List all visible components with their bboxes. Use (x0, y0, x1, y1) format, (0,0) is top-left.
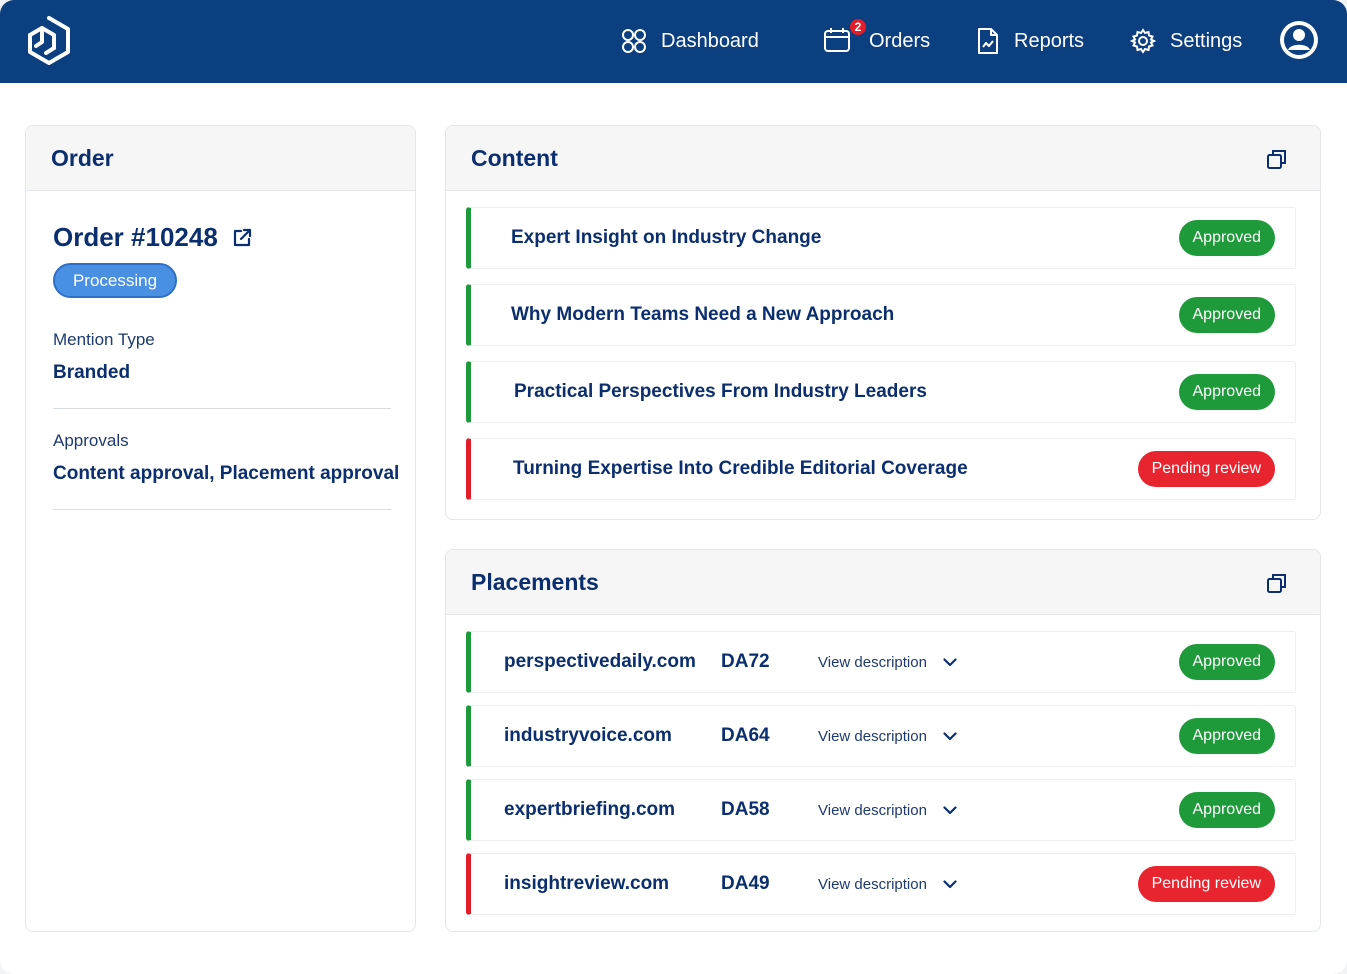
status-badge: Approved (1178, 644, 1275, 680)
status-badge: Approved (1178, 297, 1275, 333)
nav-orders-label: Orders (869, 29, 931, 52)
order-number: Order #10248 (53, 222, 218, 252)
view-description-label: View description (818, 653, 927, 671)
placement-domain: industryvoice.com (504, 725, 672, 746)
placement-da: DA58 (721, 799, 770, 820)
placement-da: DA64 (721, 725, 770, 746)
placement-row[interactable]: industryvoice.com DA64 View description … (466, 705, 1296, 767)
orders-count-badge: 2 (849, 18, 867, 36)
placement-row[interactable]: expertbriefing.com DA58 View description… (466, 779, 1296, 841)
nav-reports-label: Reports (1014, 29, 1085, 52)
placement-domain: insightreview.com (504, 873, 670, 894)
top-nav-bar: Dashboard 2 Orders Reports Settings (0, 0, 1347, 83)
content-item-title: Turning Expertise Into Credible Editoria… (513, 458, 968, 479)
user-avatar-icon[interactable] (1279, 20, 1319, 60)
divider (53, 509, 391, 510)
view-description-toggle[interactable]: View description (818, 728, 957, 745)
approvals-label: Approvals (53, 431, 129, 450)
status-badge: Approved (1178, 374, 1275, 410)
view-description-toggle[interactable]: View description (818, 802, 957, 819)
copy-icon[interactable] (1266, 148, 1288, 170)
calendar-icon (824, 28, 850, 52)
placement-domain: expertbriefing.com (504, 799, 676, 820)
placement-row[interactable]: perspectivedaily.com DA72 View descripti… (466, 631, 1296, 693)
placement-da: DA49 (721, 873, 770, 894)
placement-row[interactable]: insightreview.com DA49 View description … (466, 853, 1296, 915)
dashboard-grid-icon (622, 29, 646, 53)
divider (53, 408, 391, 409)
chevron-down-icon (943, 879, 957, 888)
view-description-toggle[interactable]: View description (818, 654, 957, 671)
placements-card-header: Placements (446, 550, 1320, 615)
view-description-label: View description (818, 801, 927, 819)
view-description-label: View description (818, 727, 927, 745)
view-description-label: View description (818, 875, 927, 893)
content-item-title: Why Modern Teams Need a New Approach (511, 304, 895, 325)
content-item-row[interactable]: Expert Insight on Industry Change Approv… (466, 207, 1296, 269)
content-item-row[interactable]: Turning Expertise Into Credible Editoria… (466, 438, 1296, 500)
mention-type-value: Branded (53, 362, 131, 383)
status-badge: Pending review (1137, 866, 1275, 902)
external-link-icon[interactable] (232, 228, 252, 248)
chevron-down-icon (943, 657, 957, 666)
content-card-header: Content (446, 126, 1320, 191)
nav-settings-label: Settings (1170, 29, 1243, 52)
app-window: Dashboard 2 Orders Reports Settings Orde… (0, 0, 1347, 974)
chevron-down-icon (943, 731, 957, 740)
status-badge: Approved (1178, 718, 1275, 754)
report-document-icon (978, 28, 998, 54)
order-card-header: Order (26, 126, 415, 191)
approvals-value: Content approval, Placement approval (53, 463, 400, 484)
content-item-row[interactable]: Why Modern Teams Need a New Approach App… (466, 284, 1296, 346)
content-card-title: Content (471, 144, 558, 171)
status-badge: Approved (1178, 792, 1275, 828)
copy-icon[interactable] (1266, 572, 1288, 594)
nav-dashboard[interactable]: Dashboard (621, 24, 759, 58)
chevron-down-icon (943, 805, 957, 814)
nav-orders[interactable]: 2 Orders (823, 18, 931, 58)
view-description-toggle[interactable]: View description (818, 876, 957, 893)
nav-settings[interactable]: Settings (1130, 24, 1242, 58)
brand-logo-icon[interactable] (24, 14, 74, 68)
order-card: Order Order #10248 Processing Mention Ty… (25, 125, 416, 932)
nav-reports[interactable]: Reports (976, 24, 1084, 58)
status-badge: Pending review (1137, 451, 1275, 487)
order-title: Order #10248 (53, 222, 252, 253)
content-item-title: Practical Perspectives From Industry Lea… (514, 381, 927, 402)
gear-icon (1130, 28, 1156, 54)
mention-type-label: Mention Type (53, 330, 155, 349)
placements-card: Placements perspectivedaily.com DA72 Vie… (445, 549, 1321, 932)
content-item-row[interactable]: Practical Perspectives From Industry Lea… (466, 361, 1296, 423)
order-status-badge: Processing (53, 263, 177, 298)
content-item-title: Expert Insight on Industry Change (511, 227, 822, 248)
placement-domain: perspectivedaily.com (504, 651, 696, 672)
placements-card-title: Placements (471, 568, 599, 595)
placement-da: DA72 (721, 651, 770, 672)
nav-dashboard-label: Dashboard (661, 29, 759, 52)
content-card: Content Expert Insight on Industry Chang… (445, 125, 1321, 520)
status-badge: Approved (1178, 220, 1275, 256)
